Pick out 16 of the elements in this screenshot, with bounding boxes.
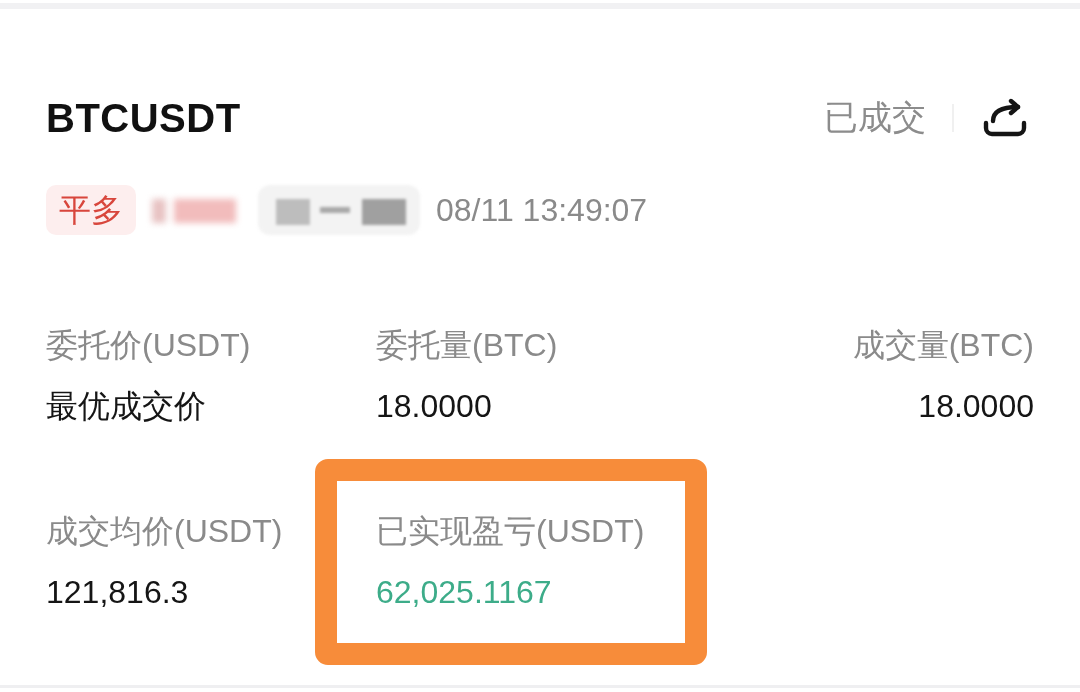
share-icon: [982, 98, 1028, 138]
order-status: 已成交: [824, 97, 926, 138]
pair-title: BTCUSDT: [46, 95, 241, 141]
field-label: 成交量(BTC): [852, 326, 1034, 365]
field-label: 委托价(USDT): [46, 326, 252, 365]
field-value: 18.0000: [917, 387, 1034, 426]
field-label: 成交均价(USDT): [46, 512, 284, 551]
field-value: 62,025.1167: [376, 573, 553, 612]
side-tag: 平多: [46, 185, 136, 235]
order-time: 08/11 13:49:07: [436, 191, 648, 229]
field-value: 18.0000: [376, 387, 493, 426]
field-label: 委托量(BTC): [376, 326, 559, 365]
field-value: 最优成交价: [46, 387, 207, 426]
field-label: 已实现盈亏(USDT): [376, 512, 646, 551]
field-value: 121,816.3: [46, 573, 190, 612]
share-button[interactable]: [982, 98, 1028, 138]
